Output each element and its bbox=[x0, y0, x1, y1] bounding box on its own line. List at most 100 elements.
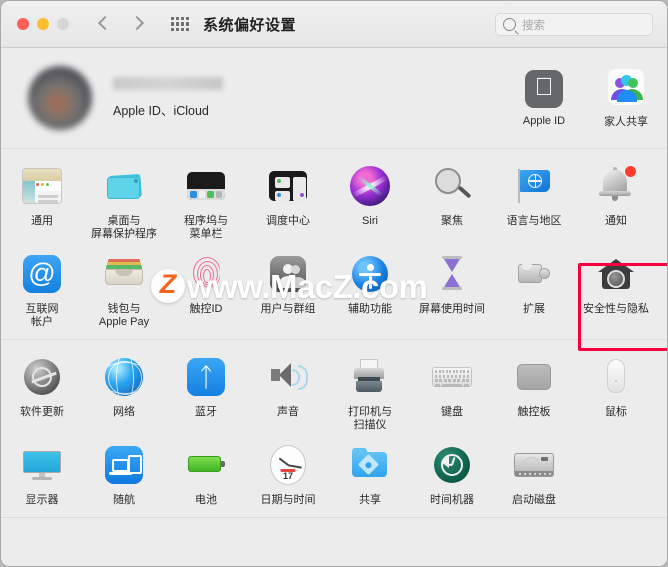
pref-item-battery[interactable]: 电池 bbox=[165, 440, 247, 507]
system-preferences-window: 系统偏好设置 搜索 Apple ID、iCloud  Apple ID 家人共… bbox=[0, 0, 668, 567]
pref-item-label: 语言与地区 bbox=[506, 215, 562, 227]
startup-disk-icon bbox=[511, 442, 557, 488]
pref-item-label: 网络 bbox=[113, 406, 135, 418]
pref-item-software-update[interactable]: 软件更新 bbox=[1, 352, 83, 432]
network-icon bbox=[101, 354, 147, 400]
pref-tile-label: Apple ID bbox=[522, 114, 566, 127]
pref-item-label: 声音 bbox=[277, 406, 299, 418]
pref-tile-apple-id[interactable]:  Apple ID bbox=[503, 48, 585, 148]
pref-item-printers-scanners[interactable]: 打印机与 扫描仪 bbox=[329, 352, 411, 432]
pref-item-keyboard[interactable]: 键盘 bbox=[411, 352, 493, 432]
pref-item-security-privacy[interactable]: 安全性与隐私 bbox=[575, 249, 657, 329]
pref-row: 通用 桌面与 屏幕保护程序 程序坞与 菜单栏 调度中心 Siri 聚焦 语言与地… bbox=[1, 161, 667, 241]
search-placeholder: 搜索 bbox=[522, 19, 545, 32]
mouse-icon bbox=[593, 354, 639, 400]
pref-item-label: 日期与时间 bbox=[260, 494, 316, 506]
pref-item-label: 调度中心 bbox=[266, 215, 310, 227]
pref-item-displays[interactable]: 显示器 bbox=[1, 440, 83, 507]
pref-item-dock-menubar[interactable]: 程序坞与 菜单栏 bbox=[165, 161, 247, 241]
pref-row: 显示器 随航 电池 17 日期与时间 共享 时间机器 启动磁盘 bbox=[1, 440, 667, 507]
printers-scanners-icon bbox=[347, 354, 393, 400]
pref-item-screen-time[interactable]: 屏幕使用时间 bbox=[411, 249, 493, 329]
pref-tile-label: 家人共享 bbox=[604, 115, 648, 128]
pref-item-language-region[interactable]: 语言与地区 bbox=[493, 161, 575, 241]
pref-item-sidecar[interactable]: 随航 bbox=[83, 440, 165, 507]
zoom-button[interactable] bbox=[57, 18, 69, 30]
pref-item-label: 扩展 bbox=[523, 303, 545, 315]
pref-item-label: 软件更新 bbox=[20, 406, 64, 418]
navigation-buttons bbox=[97, 17, 143, 31]
pref-item-touch-id[interactable]: 触控ID bbox=[165, 249, 247, 329]
account-text: Apple ID、iCloud bbox=[113, 77, 223, 119]
search-field[interactable]: 搜索 bbox=[495, 13, 653, 36]
sharing-icon bbox=[347, 442, 393, 488]
pref-item-general[interactable]: 通用 bbox=[1, 161, 83, 241]
pref-item-desktop-screensaver[interactable]: 桌面与 屏幕保护程序 bbox=[83, 161, 165, 241]
pref-item-label: 蓝牙 bbox=[195, 406, 217, 418]
pref-item-trackpad[interactable]: 触控板 bbox=[493, 352, 575, 432]
pref-item-label: 时间机器 bbox=[430, 494, 474, 506]
pref-tile-family-sharing[interactable]: 家人共享 bbox=[585, 48, 667, 148]
back-chevron-icon[interactable] bbox=[97, 17, 111, 31]
extensions-icon bbox=[511, 251, 557, 297]
account-subtitle: Apple ID、iCloud bbox=[113, 104, 209, 118]
pref-item-label: 桌面与 屏幕保护程序 bbox=[91, 215, 157, 240]
close-button[interactable] bbox=[17, 18, 29, 30]
pref-item-mission-control[interactable]: 调度中心 bbox=[247, 161, 329, 241]
pref-item-wallet-applepay[interactable]: 钱包与 Apple Pay bbox=[83, 249, 165, 329]
pref-item-label: 屏幕使用时间 bbox=[419, 303, 485, 315]
pref-item-label: 触控ID bbox=[189, 303, 223, 315]
pref-item-bluetooth[interactable]: ᛏ 蓝牙 bbox=[165, 352, 247, 432]
pref-item-sound[interactable]: 声音 bbox=[247, 352, 329, 432]
pref-item-extensions[interactable]: 扩展 bbox=[493, 249, 575, 329]
accessibility-icon bbox=[347, 251, 393, 297]
account-name-redacted bbox=[113, 77, 223, 90]
bluetooth-icon: ᛏ bbox=[183, 354, 229, 400]
keyboard-icon bbox=[429, 354, 475, 400]
touch-id-icon bbox=[183, 251, 229, 297]
dock-menubar-icon bbox=[183, 163, 229, 209]
pref-row: @ 互联网 帐户 钱包与 Apple Pay 触控ID 用户与群组 辅助功能 屏… bbox=[1, 249, 667, 329]
general-icon bbox=[19, 163, 65, 209]
preferences-section-hardware: 软件更新 网络 ᛏ 蓝牙 声音 打印机与 扫描仪 键盘 触控板 鼠标 显示器 随… bbox=[1, 340, 667, 518]
pref-item-label: 随航 bbox=[113, 494, 135, 506]
avatar[interactable] bbox=[28, 66, 92, 130]
pref-item-spotlight[interactable]: 聚焦 bbox=[411, 161, 493, 241]
pref-item-mouse[interactable]: 鼠标 bbox=[575, 352, 657, 432]
forward-chevron-icon[interactable] bbox=[129, 17, 143, 31]
pref-item-accessibility[interactable]: 辅助功能 bbox=[329, 249, 411, 329]
pref-item-time-machine[interactable]: 时间机器 bbox=[411, 440, 493, 507]
mission-control-icon bbox=[265, 163, 311, 209]
pref-item-users-groups[interactable]: 用户与群组 bbox=[247, 249, 329, 329]
pref-item-sharing[interactable]: 共享 bbox=[329, 440, 411, 507]
family-sharing-icon bbox=[607, 67, 645, 106]
pref-item-siri[interactable]: Siri bbox=[329, 161, 411, 241]
pref-item-label: 聚焦 bbox=[441, 215, 463, 227]
pref-item-notifications[interactable]: 通知 bbox=[575, 161, 657, 241]
pref-item-date-time[interactable]: 17 日期与时间 bbox=[247, 440, 329, 507]
language-region-icon bbox=[511, 163, 557, 209]
search-icon bbox=[503, 18, 516, 31]
pref-item-network[interactable]: 网络 bbox=[83, 352, 165, 432]
pref-item-label: 用户与群组 bbox=[260, 303, 316, 315]
apple-id-account-row[interactable]: Apple ID、iCloud  Apple ID 家人共享 bbox=[1, 48, 667, 149]
clock-date-label: 17 bbox=[282, 471, 294, 481]
pref-item-label: 互联网 帐户 bbox=[25, 303, 59, 328]
trackpad-icon bbox=[511, 354, 557, 400]
notifications-icon bbox=[593, 163, 639, 209]
show-all-grid-icon[interactable] bbox=[171, 17, 189, 31]
pref-item-label: 通用 bbox=[31, 215, 53, 227]
pref-item-label: 钱包与 Apple Pay bbox=[98, 303, 150, 328]
minimize-button[interactable] bbox=[37, 18, 49, 30]
pref-item-label: 通知 bbox=[605, 215, 627, 227]
pref-item-startup-disk[interactable]: 启动磁盘 bbox=[493, 440, 575, 507]
pref-item-label: 辅助功能 bbox=[348, 303, 392, 315]
users-groups-icon bbox=[265, 251, 311, 297]
pref-item-label: 电池 bbox=[195, 494, 217, 506]
time-machine-icon bbox=[429, 442, 475, 488]
account-tiles:  Apple ID 家人共享 bbox=[503, 48, 667, 148]
pref-item-internet-accounts[interactable]: @ 互联网 帐户 bbox=[1, 249, 83, 329]
date-time-icon: 17 bbox=[265, 442, 311, 488]
internet-accounts-icon: @ bbox=[19, 251, 65, 297]
titlebar: 系统偏好设置 搜索 bbox=[1, 1, 667, 48]
